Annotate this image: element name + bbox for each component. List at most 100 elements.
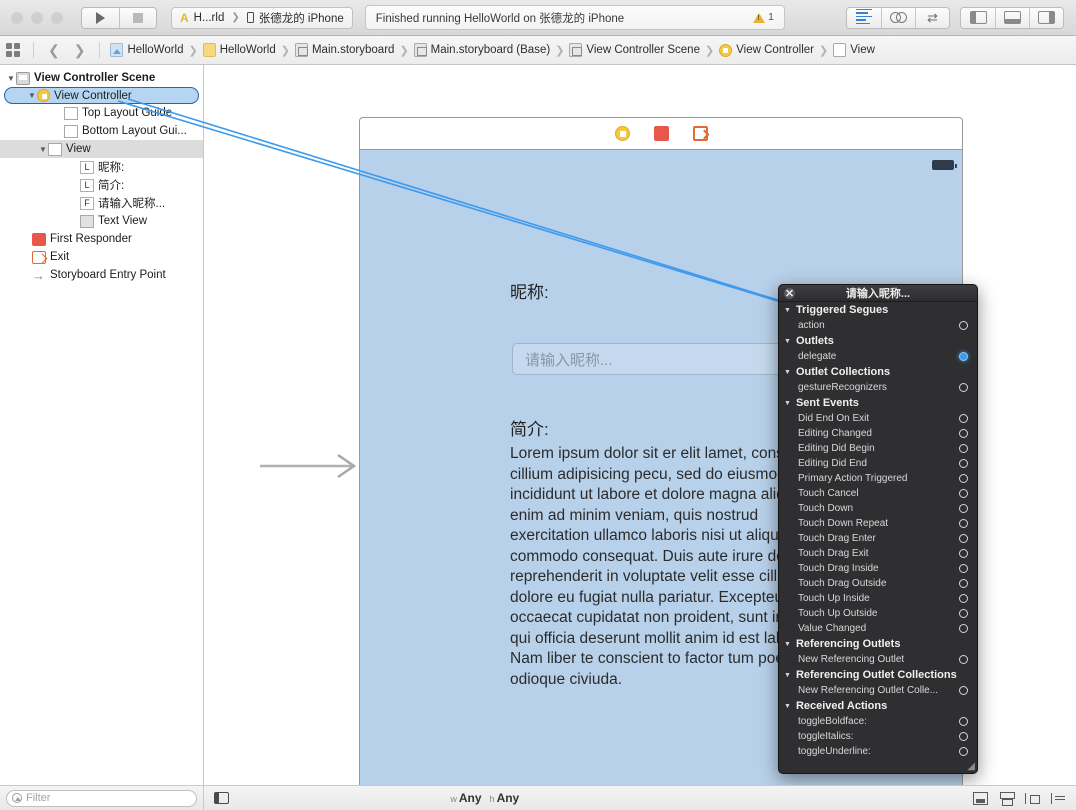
connection-well-icon[interactable] bbox=[959, 624, 968, 633]
filter-input[interactable]: Filter bbox=[6, 789, 197, 807]
connection-well-icon[interactable] bbox=[959, 519, 968, 528]
connection-well-icon[interactable] bbox=[959, 504, 968, 513]
breadcrumb-item-5[interactable]: View Controller Scene bbox=[567, 43, 702, 57]
version-editor-button[interactable]: ⇄ bbox=[915, 7, 949, 28]
connection-item[interactable]: Did End On Exit bbox=[779, 411, 977, 426]
disclosure-triangle-open-icon[interactable]: ▼ bbox=[38, 145, 48, 154]
exit-icon[interactable] bbox=[692, 126, 708, 141]
outline-row-9[interactable]: Text View bbox=[0, 212, 203, 230]
toggle-debug-area-button[interactable] bbox=[995, 7, 1029, 28]
connection-item[interactable]: delegate bbox=[779, 349, 977, 364]
close-window-button[interactable] bbox=[11, 11, 23, 24]
outline-row-3[interactable]: Top Layout Guide bbox=[0, 104, 203, 122]
connection-item[interactable]: action bbox=[779, 318, 977, 333]
intro-label[interactable]: 简介: bbox=[510, 415, 549, 440]
connection-well-icon[interactable] bbox=[959, 459, 968, 468]
outline-row-7[interactable]: L 简介: bbox=[0, 176, 203, 194]
forward-button[interactable]: ❯ bbox=[68, 42, 92, 59]
warning-badge[interactable]: 1 bbox=[753, 12, 774, 23]
connection-item[interactable]: Editing Changed bbox=[779, 426, 977, 441]
connection-well-icon[interactable] bbox=[959, 549, 968, 558]
connections-group-header-2[interactable]: ▼ Outlets bbox=[779, 333, 977, 349]
connections-group-header-1[interactable]: ▼ Triggered Segues bbox=[779, 302, 977, 318]
connection-well-icon[interactable] bbox=[959, 321, 968, 330]
outline-row-12[interactable]: → Storyboard Entry Point bbox=[0, 266, 203, 284]
connection-item[interactable]: Touch Up Inside bbox=[779, 591, 977, 606]
connection-item[interactable]: toggleItalics: bbox=[779, 729, 977, 744]
outline-row-11[interactable]: Exit bbox=[0, 248, 203, 266]
connection-well-icon[interactable] bbox=[959, 594, 968, 603]
align-icon[interactable] bbox=[972, 791, 988, 805]
connection-item[interactable]: Value Changed bbox=[779, 621, 977, 636]
resize-handle-icon[interactable]: ◢ bbox=[967, 761, 975, 772]
connection-well-connected-icon[interactable] bbox=[959, 352, 968, 361]
disclosure-triangle-open-icon[interactable]: ▼ bbox=[784, 338, 791, 345]
toggle-document-outline-button[interactable] bbox=[214, 792, 229, 804]
nickname-textfield[interactable]: 请输入昵称... bbox=[512, 343, 814, 375]
assistant-editor-button[interactable] bbox=[881, 7, 915, 28]
connection-item[interactable]: Editing Did Begin bbox=[779, 441, 977, 456]
connection-item[interactable]: Touch Cancel bbox=[779, 486, 977, 501]
size-class-button[interactable]: w Any h Any bbox=[450, 791, 519, 805]
connection-item[interactable]: Touch Down Repeat bbox=[779, 516, 977, 531]
connection-item[interactable]: Touch Down bbox=[779, 501, 977, 516]
outline-row-5[interactable]: ▼ View bbox=[0, 140, 203, 158]
connection-item[interactable]: Touch Drag Enter bbox=[779, 531, 977, 546]
disclosure-triangle-open-icon[interactable]: ▼ bbox=[784, 400, 791, 407]
outline-row-10[interactable]: First Responder bbox=[0, 230, 203, 248]
nickname-label[interactable]: 昵称: bbox=[510, 278, 549, 303]
zoom-window-button[interactable] bbox=[51, 11, 63, 24]
connection-well-icon[interactable] bbox=[959, 686, 968, 695]
close-icon[interactable]: ✕ bbox=[784, 288, 795, 300]
breadcrumb-item-2[interactable]: HelloWorld bbox=[201, 43, 278, 57]
toggle-utilities-button[interactable] bbox=[1029, 7, 1063, 28]
outline-row-4[interactable]: Bottom Layout Gui... bbox=[0, 122, 203, 140]
standard-editor-button[interactable] bbox=[847, 7, 881, 28]
connection-item[interactable]: Touch Drag Inside bbox=[779, 561, 977, 576]
connection-well-icon[interactable] bbox=[959, 717, 968, 726]
connection-well-icon[interactable] bbox=[959, 747, 968, 756]
connection-item[interactable]: gestureRecognizers bbox=[779, 380, 977, 395]
connections-group-header-4[interactable]: ▼ Sent Events bbox=[779, 395, 977, 411]
view-controller-icon[interactable] bbox=[614, 126, 630, 141]
disclosure-triangle-open-icon[interactable]: ▼ bbox=[6, 74, 16, 83]
breadcrumb-item-4[interactable]: Main.storyboard (Base) bbox=[412, 43, 553, 57]
connections-group-header-7[interactable]: ▼ Received Actions bbox=[779, 698, 977, 714]
minimize-window-button[interactable] bbox=[31, 11, 43, 24]
connection-item[interactable]: Touch Drag Exit bbox=[779, 546, 977, 561]
connection-well-icon[interactable] bbox=[959, 489, 968, 498]
connection-item[interactable]: Touch Up Outside bbox=[779, 606, 977, 621]
disclosure-triangle-open-icon[interactable]: ▼ bbox=[27, 91, 37, 100]
disclosure-triangle-open-icon[interactable]: ▼ bbox=[784, 703, 791, 710]
connection-item[interactable]: Primary Action Triggered bbox=[779, 471, 977, 486]
connection-item[interactable]: toggleBoldface: bbox=[779, 714, 977, 729]
connection-item[interactable]: New Referencing Outlet bbox=[779, 652, 977, 667]
connection-well-icon[interactable] bbox=[959, 444, 968, 453]
connection-well-icon[interactable] bbox=[959, 609, 968, 618]
stop-button[interactable] bbox=[119, 7, 156, 28]
first-responder-icon[interactable] bbox=[653, 126, 669, 141]
disclosure-triangle-open-icon[interactable]: ▼ bbox=[784, 672, 791, 679]
connection-item[interactable]: Editing Did End bbox=[779, 456, 977, 471]
outline-row-2[interactable]: ▼ View Controller bbox=[4, 87, 199, 104]
connection-item[interactable]: Touch Drag Outside bbox=[779, 576, 977, 591]
back-button[interactable]: ❮ bbox=[42, 42, 66, 59]
pin-icon[interactable] bbox=[999, 791, 1015, 806]
breadcrumb-item-1[interactable]: HelloWorld bbox=[108, 43, 185, 57]
connection-well-icon[interactable] bbox=[959, 474, 968, 483]
connections-group-header-6[interactable]: ▼ Referencing Outlet Collections bbox=[779, 667, 977, 683]
connection-well-icon[interactable] bbox=[959, 655, 968, 664]
activity-status-view[interactable]: Finished running HelloWorld on 张德龙的 iPho… bbox=[364, 5, 785, 30]
breadcrumb-item-7[interactable]: View bbox=[831, 43, 877, 57]
breadcrumb-item-3[interactable]: Main.storyboard bbox=[293, 43, 396, 57]
connections-inspector-popover[interactable]: ✕ 请输入昵称... ▼ Triggered Segues action ▼ Outle… bbox=[778, 284, 978, 774]
connection-well-icon[interactable] bbox=[959, 429, 968, 438]
resize-icon[interactable] bbox=[1050, 792, 1066, 805]
connection-well-icon[interactable] bbox=[959, 732, 968, 741]
disclosure-triangle-open-icon[interactable]: ▼ bbox=[784, 369, 791, 376]
connection-item[interactable]: New Referencing Outlet Colle... bbox=[779, 683, 977, 698]
related-items-icon[interactable] bbox=[6, 43, 20, 57]
outline-row-8[interactable]: F 请输入昵称... bbox=[0, 194, 203, 212]
connection-item[interactable]: toggleUnderline: bbox=[779, 744, 977, 759]
connection-well-icon[interactable] bbox=[959, 534, 968, 543]
